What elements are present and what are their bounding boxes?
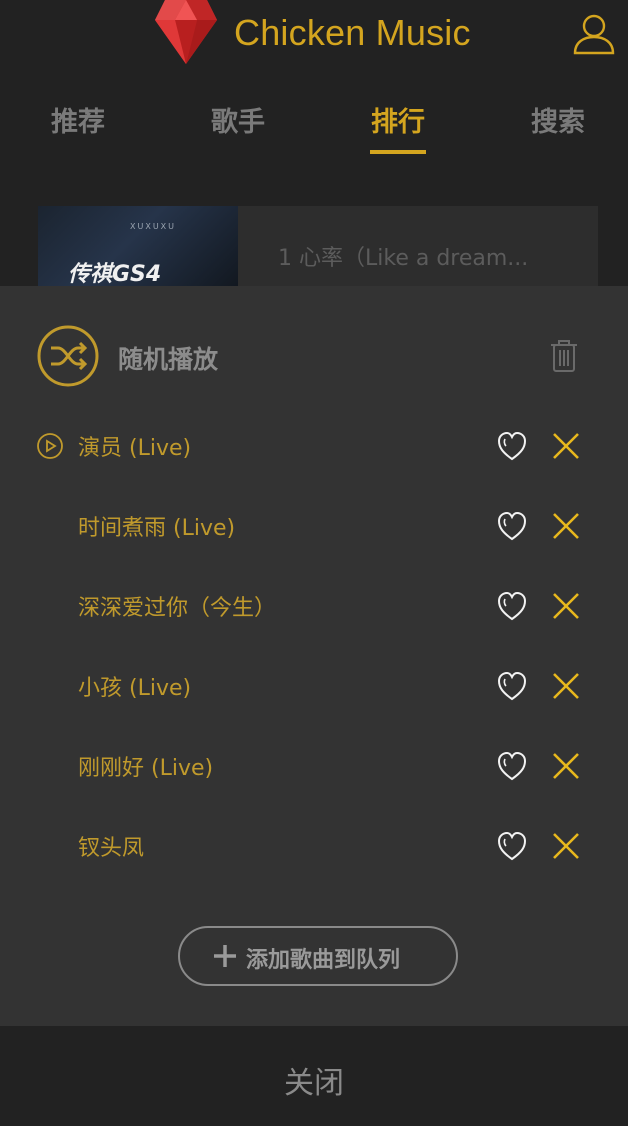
song-row[interactable]: 小孩 (Live) xyxy=(0,646,628,726)
rank-cover-image: XUXUXU 传祺GS4 xyxy=(38,206,238,286)
song-name: 小孩 (Live) xyxy=(78,676,192,701)
tab-singer[interactable]: 歌手 xyxy=(183,100,293,139)
playlist-panel: 随机播放 演员 (Live) 时间煮雨 (Live) 深深爱过你（今生） 小孩 … xyxy=(0,286,628,1026)
song-row[interactable]: 演员 (Live) xyxy=(0,406,628,486)
cover-brand-text: XUXUXU xyxy=(130,222,177,231)
close-icon[interactable] xyxy=(551,751,581,781)
plus-icon xyxy=(214,945,236,967)
tab-search[interactable]: 搜索 xyxy=(503,100,613,139)
rank-list-item[interactable]: XUXUXU 传祺GS4 1 心率（Like a dream... xyxy=(38,206,598,286)
play-mode-label: 随机播放 xyxy=(118,345,219,374)
heart-icon[interactable] xyxy=(496,830,528,862)
close-label: 关闭 xyxy=(284,1066,344,1101)
diamond-logo-icon xyxy=(155,0,217,64)
add-to-queue-button[interactable]: 添加歌曲到队列 xyxy=(178,926,458,986)
shuffle-icon[interactable] xyxy=(36,324,100,388)
song-row[interactable]: 深深爱过你（今生） xyxy=(0,566,628,646)
song-name: 演员 (Live) xyxy=(78,436,192,461)
song-row[interactable]: 钗头凤 xyxy=(0,806,628,886)
song-row[interactable]: 刚刚好 (Live) xyxy=(0,726,628,806)
tab-recommend[interactable]: 推荐 xyxy=(23,100,133,139)
heart-icon[interactable] xyxy=(496,510,528,542)
music-app: Chicken Music 推荐 歌手 排行 搜索 XUXUXU 传祺GS4 1… xyxy=(0,0,628,1126)
close-button[interactable]: 关闭 xyxy=(0,1026,628,1126)
heart-icon[interactable] xyxy=(496,670,528,702)
rank-item-title: 1 心率（Like a dream... xyxy=(278,246,529,271)
playing-indicator-icon xyxy=(37,433,63,459)
user-icon[interactable] xyxy=(572,12,616,56)
close-icon[interactable] xyxy=(551,831,581,861)
close-icon[interactable] xyxy=(551,431,581,461)
heart-icon[interactable] xyxy=(496,590,528,622)
song-row[interactable]: 时间煮雨 (Live) xyxy=(0,486,628,566)
app-title: Chicken Music xyxy=(234,12,471,53)
heart-icon[interactable] xyxy=(496,430,528,462)
song-name: 钗头凤 xyxy=(78,836,145,861)
song-name: 深深爱过你（今生） xyxy=(78,596,277,621)
active-tab-underline xyxy=(370,150,426,154)
cover-text: 传祺GS4 xyxy=(68,262,162,286)
close-icon[interactable] xyxy=(551,671,581,701)
song-name: 刚刚好 (Live) xyxy=(78,756,214,781)
close-icon[interactable] xyxy=(551,591,581,621)
add-to-queue-label: 添加歌曲到队列 xyxy=(246,948,401,973)
song-name: 时间煮雨 (Live) xyxy=(78,516,236,541)
header: Chicken Music xyxy=(0,0,628,70)
close-icon[interactable] xyxy=(551,511,581,541)
heart-icon[interactable] xyxy=(496,750,528,782)
tab-bar: 推荐 歌手 排行 搜索 xyxy=(0,100,628,160)
trash-icon[interactable] xyxy=(548,338,580,374)
tab-rank[interactable]: 排行 xyxy=(343,100,453,139)
